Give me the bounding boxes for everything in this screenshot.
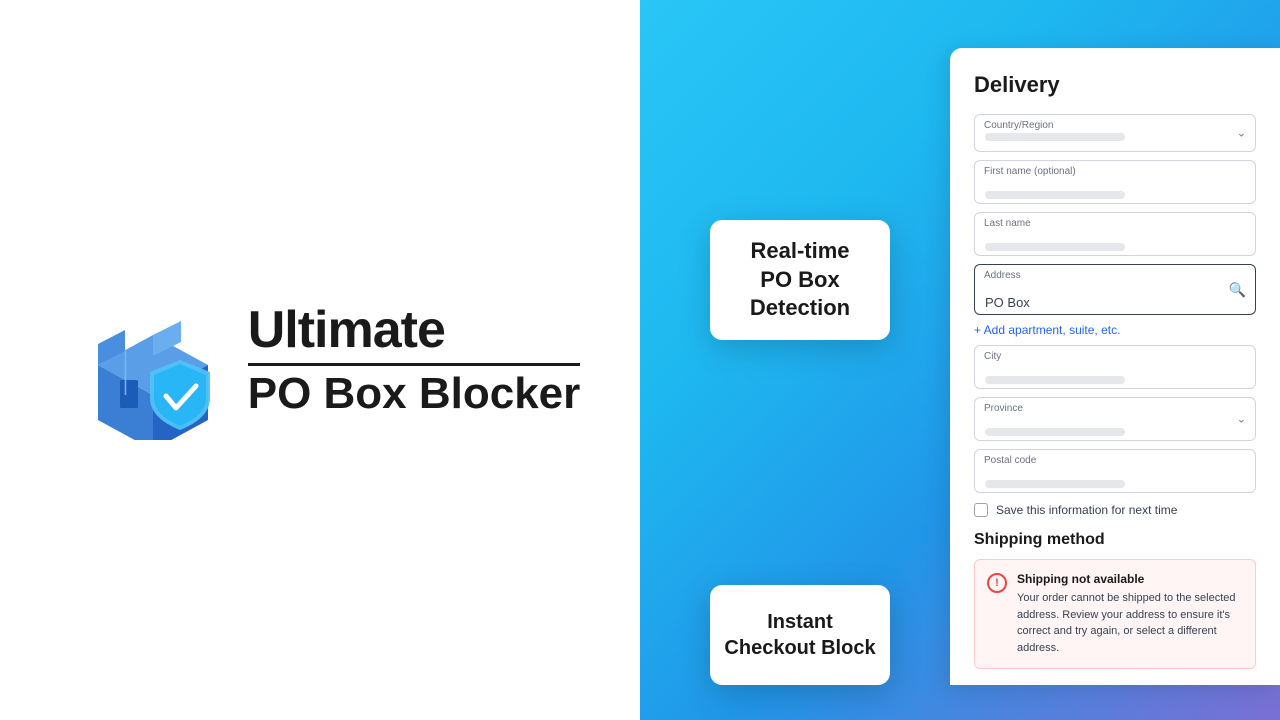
province-chevron-icon: ⌄ xyxy=(1237,413,1246,426)
instant-card-text: Instant Checkout Block xyxy=(724,609,875,661)
left-section: Ultimate PO Box Blocker xyxy=(0,0,640,720)
save-checkbox-row[interactable]: Save this information for next time xyxy=(974,503,1256,517)
brand-title: Ultimate xyxy=(248,302,581,359)
add-suite-link[interactable]: + Add apartment, suite, etc. xyxy=(974,323,1256,337)
country-chevron-icon: ⌄ xyxy=(1237,127,1246,140)
firstname-field[interactable]: First name (optional) xyxy=(974,160,1256,204)
country-label: Country/Region xyxy=(984,120,1053,131)
shipping-error-box: ! Shipping not available Your order cann… xyxy=(974,559,1256,669)
right-section: Real-time PO Box Detection Instant Check… xyxy=(640,0,1280,720)
city-field[interactable]: City xyxy=(974,345,1256,389)
lastname-field[interactable]: Last name xyxy=(974,212,1256,256)
instant-card: Instant Checkout Block xyxy=(710,585,890,685)
shipping-method-title: Shipping method xyxy=(974,531,1256,549)
lastname-label: Last name xyxy=(984,218,1031,229)
realtime-card: Real-time PO Box Detection xyxy=(710,220,890,340)
firstname-label: First name (optional) xyxy=(984,166,1076,177)
error-icon: ! xyxy=(987,573,1007,593)
province-field[interactable]: Province ⌄ xyxy=(974,397,1256,441)
error-text-block: Shipping not available Your order cannot… xyxy=(1017,572,1243,656)
postal-label: Postal code xyxy=(984,455,1036,466)
save-label: Save this information for next time xyxy=(996,503,1177,517)
delivery-title: Delivery xyxy=(974,72,1256,98)
brand-logo xyxy=(60,280,220,440)
realtime-card-text: Real-time PO Box Detection xyxy=(750,237,850,323)
brand-container: Ultimate PO Box Blocker xyxy=(60,280,581,440)
checkout-panel: Delivery Country/Region ⌄ First name (op… xyxy=(950,48,1280,685)
logo-area xyxy=(60,280,220,440)
error-description: Your order cannot be shipped to the sele… xyxy=(1017,590,1243,656)
country-field[interactable]: Country/Region ⌄ xyxy=(974,114,1256,152)
address-value: PO Box xyxy=(985,295,1245,310)
search-icon: 🔍 xyxy=(1229,281,1246,298)
city-label: City xyxy=(984,351,1001,362)
address-field[interactable]: Address PO Box 🔍 xyxy=(974,264,1256,315)
error-title: Shipping not available xyxy=(1017,572,1243,586)
save-checkbox[interactable] xyxy=(974,503,988,517)
address-label: Address xyxy=(984,270,1021,281)
province-label: Province xyxy=(984,403,1023,414)
brand-subtitle: PO Box Blocker xyxy=(248,363,581,418)
brand-text: Ultimate PO Box Blocker xyxy=(248,302,581,419)
postal-field[interactable]: Postal code xyxy=(974,449,1256,493)
